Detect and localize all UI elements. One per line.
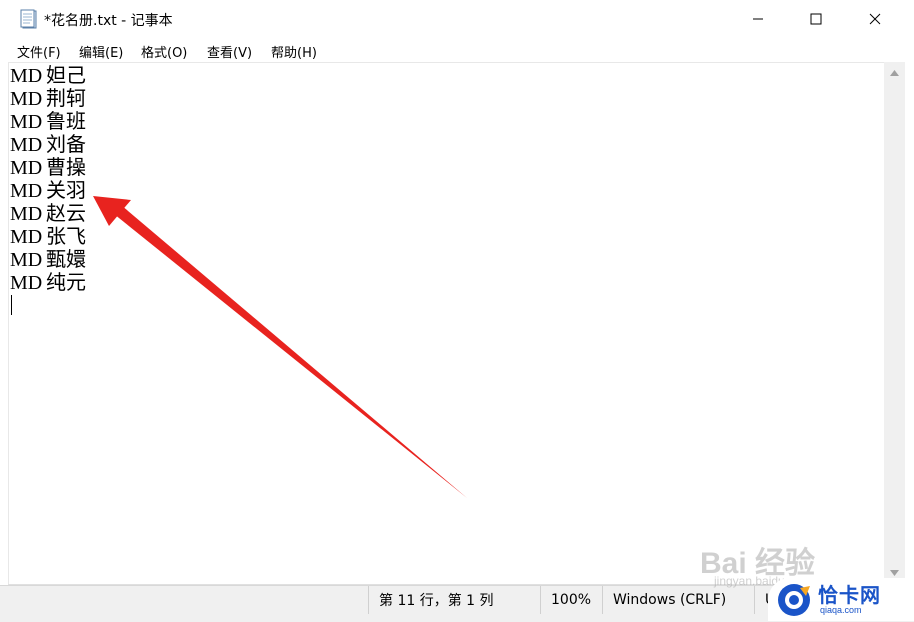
menu-edit[interactable]: 编辑(E) — [79, 42, 123, 61]
vertical-scrollbar[interactable] — [884, 62, 905, 584]
line-code: MD — [10, 180, 43, 202]
close-icon — [869, 13, 881, 25]
line-name: 鲁班 — [46, 109, 86, 133]
notepad-icon — [20, 9, 37, 29]
title-bar[interactable]: *花名册.txt - 记事本 — [0, 0, 914, 38]
close-button[interactable] — [846, 0, 904, 38]
text-editor[interactable]: MD 妲己 MD 荆轲 MD 鲁班 MD 刘备 MD 曹操 MD 关羽 MD 赵云 MD 张飞 … — [8, 62, 885, 585]
line-code: MD — [10, 157, 43, 179]
minimize-icon — [753, 18, 763, 20]
minimize-button[interactable] — [729, 0, 787, 38]
menu-format[interactable]: 格式(O) — [141, 42, 187, 61]
line-name: 甄嬛 — [46, 247, 86, 271]
line-name: 赵云 — [46, 201, 86, 225]
text-line: MD 甄嬛 — [10, 247, 86, 272]
line-code: MD — [10, 272, 43, 294]
brand-badge: 恰卡网 qiaqa.com — [768, 578, 914, 621]
line-code: MD — [10, 134, 43, 156]
line-code: MD — [10, 249, 43, 271]
line-code: MD — [10, 111, 43, 133]
menu-bar: 文件(F) 编辑(E) 格式(O) 查看(V) 帮助(H) — [0, 38, 914, 62]
line-name: 关羽 — [46, 178, 86, 202]
line-name: 张飞 — [46, 224, 86, 248]
line-name: 刘备 — [46, 132, 86, 156]
brand-name: 恰卡网 — [818, 583, 881, 607]
window-title: *花名册.txt - 记事本 — [44, 13, 173, 29]
line-code: MD — [10, 65, 43, 87]
line-name: 曹操 — [46, 155, 86, 179]
text-line: MD 关羽 — [10, 178, 86, 203]
menu-help[interactable]: 帮助(H) — [271, 42, 317, 61]
text-line: MD 鲁班 — [10, 109, 86, 134]
text-line: MD 张飞 — [10, 224, 86, 249]
text-caret — [11, 295, 12, 315]
maximize-button[interactable] — [787, 0, 845, 38]
chevron-up-icon — [890, 69, 899, 76]
maximize-icon — [810, 13, 822, 25]
menu-view[interactable]: 查看(V) — [207, 42, 252, 61]
line-code: MD — [10, 226, 43, 248]
chevron-down-icon — [890, 569, 899, 576]
scroll-up-button[interactable] — [884, 64, 905, 81]
text-line: MD 荆轲 — [10, 86, 86, 111]
line-code: MD — [10, 203, 43, 225]
text-line: MD 赵云 — [10, 201, 86, 226]
menu-file[interactable]: 文件(F) — [17, 42, 61, 61]
text-line: MD 纯元 — [10, 270, 86, 295]
brand-url: qiaqa.com — [820, 605, 862, 615]
text-line: MD 刘备 — [10, 132, 86, 157]
line-name: 纯元 — [46, 270, 86, 294]
brand-logo-icon — [778, 584, 810, 616]
line-name: 妲己 — [46, 63, 86, 87]
status-position: 第 11 行，第 1 列 — [368, 586, 539, 614]
line-code: MD — [10, 88, 43, 110]
status-zoom: 100% — [540, 586, 601, 614]
line-name: 荆轲 — [46, 86, 86, 110]
text-line: MD 曹操 — [10, 155, 86, 180]
text-line: MD 妲己 — [10, 63, 86, 88]
